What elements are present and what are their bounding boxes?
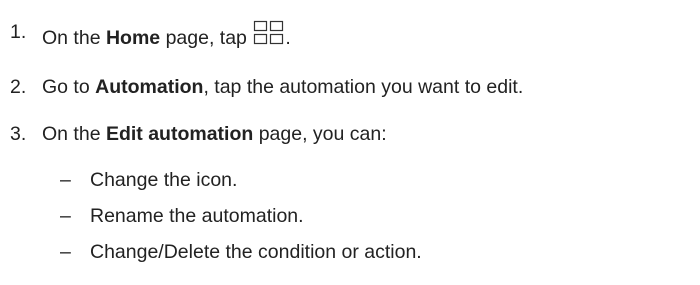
step-bold-term: Edit automation (105, 123, 254, 145)
step-number: 1. (10, 21, 27, 43)
step-text-pre: On the (42, 27, 106, 49)
step-number: 3. (10, 123, 27, 145)
step-text-pre: On the (42, 123, 106, 145)
sub-item-text: Change the icon. (90, 169, 238, 191)
step-text-post: page, you can: (253, 123, 387, 145)
sub-item-text: Rename the automation. (90, 205, 304, 227)
step-text: On the Edit automation page, you can: (42, 122, 387, 146)
step-number: 2. (10, 76, 27, 98)
step-text-post: page, tap (160, 27, 253, 49)
step-text-pre: Go to (42, 76, 96, 98)
grid-icon (254, 20, 284, 45)
step-text-post: , tap the automation you want to edit. (203, 76, 524, 98)
step-bold-term: Home (105, 27, 161, 49)
step-text: Go to Automation, tap the automation you… (42, 75, 523, 99)
instruction-list: 1. On the Home page, tap . 2. Go to Auto… (0, 0, 700, 285)
sub-item-dash: – (60, 169, 71, 191)
step-bold-term: Automation (95, 76, 204, 98)
sub-item-text: Change/Delete the condition or action. (90, 241, 422, 263)
step-text: On the Home page, tap . (42, 20, 291, 50)
sub-item-dash: – (60, 205, 71, 227)
step-text-end: . (285, 27, 291, 49)
sub-item-dash: – (60, 241, 71, 263)
